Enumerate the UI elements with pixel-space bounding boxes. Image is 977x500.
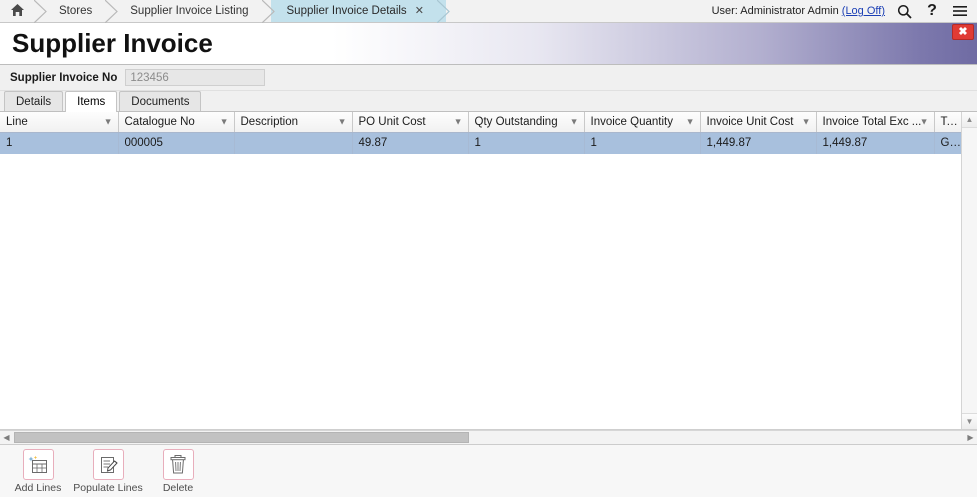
chevron-down-icon[interactable]: ▼ — [220, 117, 229, 126]
column-header-tax[interactable]: Tax — [934, 112, 961, 133]
user-info: User: Administrator Admin (Log Off) — [712, 5, 885, 17]
breadcrumb-label: Supplier Invoice Details — [286, 5, 407, 17]
column-header-label: Invoice Quantity — [590, 115, 673, 128]
tab-documents[interactable]: Documents — [119, 91, 202, 111]
breadcrumb-item-stores[interactable]: Stores — [43, 0, 119, 23]
items-table: Line ▼ Catalogue No ▼ Description ▼ PO Unit Co… — [0, 112, 961, 154]
table-cell[interactable]: 49.87 — [352, 132, 469, 154]
hamburger-menu-icon[interactable] — [951, 2, 969, 20]
populate-lines-button[interactable]: Populate Lines — [73, 449, 143, 494]
chevron-down-icon[interactable]: ▼ — [570, 117, 579, 126]
bottom-toolbar: Add Lines Populate Lines Delete — [0, 445, 977, 497]
column-header-invoice-quantity[interactable]: Invoice Quantity ▼ — [584, 112, 701, 133]
add-lines-button[interactable]: Add Lines — [6, 449, 70, 494]
breadcrumb-label: Supplier Invoice Listing — [130, 5, 249, 17]
column-header-invoice-unit-cost[interactable]: Invoice Unit Cost ▼ — [700, 112, 817, 133]
table-cell[interactable]: 1 — [468, 132, 585, 154]
items-grid: Line ▼ Catalogue No ▼ Description ▼ PO Unit Co… — [0, 112, 977, 430]
tab-details[interactable]: Details — [4, 91, 64, 111]
table-cell[interactable] — [234, 132, 353, 154]
table-cell[interactable]: 1 — [0, 132, 119, 154]
horizontal-scrollbar[interactable]: ◀ ▶ — [0, 430, 977, 445]
column-header-po-unit-cost[interactable]: PO Unit Cost ▼ — [352, 112, 469, 133]
user-name: User: Administrator Admin — [711, 5, 839, 17]
trash-icon — [162, 449, 194, 480]
scroll-left-arrow-icon[interactable]: ◀ — [0, 431, 13, 444]
breadcrumb-home[interactable] — [0, 0, 47, 23]
scroll-right-arrow-icon[interactable]: ▶ — [964, 431, 977, 444]
column-header-label: Tax — [940, 115, 959, 128]
help-icon[interactable]: ? — [923, 2, 941, 20]
table-cell[interactable]: 1 — [584, 132, 701, 154]
add-lines-label: Add Lines — [14, 482, 62, 494]
table-cell[interactable]: GST — [934, 132, 961, 154]
supplier-invoice-no-row: Supplier Invoice No — [0, 65, 977, 91]
breadcrumb-bar: Stores Supplier Invoice Listing Supplier… — [0, 0, 977, 23]
supplier-invoice-no-label: Supplier Invoice No — [10, 71, 118, 84]
page-banner: Supplier Invoice ✖ — [0, 23, 977, 65]
home-icon — [10, 3, 25, 20]
column-header-catalogue-no[interactable]: Catalogue No ▼ — [118, 112, 235, 133]
search-icon[interactable] — [895, 2, 913, 20]
close-window-button[interactable]: ✖ — [952, 24, 974, 40]
breadcrumb-item-supplier-invoice-details[interactable]: Supplier Invoice Details ✕ — [270, 0, 450, 23]
scroll-up-arrow-icon[interactable]: ▲ — [962, 112, 977, 128]
chevron-down-icon[interactable]: ▼ — [454, 117, 463, 126]
column-header-label: Catalogue No — [124, 115, 195, 128]
chevron-down-icon[interactable]: ▼ — [104, 117, 113, 126]
breadcrumb-chevron-icon — [436, 0, 455, 23]
table-row[interactable]: 100000549.87111,449.871,449.87GST — [0, 132, 961, 154]
add-lines-icon — [22, 449, 54, 480]
scroll-down-arrow-icon[interactable]: ▼ — [962, 413, 977, 429]
chevron-down-icon[interactable]: ▼ — [920, 117, 929, 126]
column-header-line[interactable]: Line ▼ — [0, 112, 119, 133]
column-header-description[interactable]: Description ▼ — [234, 112, 353, 133]
grid-viewport: Line ▼ Catalogue No ▼ Description ▼ PO Unit Co… — [0, 112, 961, 429]
vertical-scrollbar[interactable]: ▲ ▼ — [961, 112, 977, 429]
chevron-down-icon[interactable]: ▼ — [338, 117, 347, 126]
table-cell[interactable]: 1,449.87 — [700, 132, 817, 154]
supplier-invoice-no-input[interactable] — [125, 69, 266, 86]
page-title: Supplier Invoice — [12, 28, 213, 58]
table-body: 100000549.87111,449.871,449.87GST — [0, 132, 961, 154]
chevron-down-icon[interactable]: ▼ — [686, 117, 695, 126]
chevron-down-icon[interactable]: ▼ — [802, 117, 811, 126]
tab-strip: Details Items Documents — [0, 91, 977, 112]
populate-lines-icon — [92, 449, 124, 480]
breadcrumb-item-supplier-invoice-listing[interactable]: Supplier Invoice Listing — [114, 0, 275, 23]
column-header-label: Line — [6, 115, 28, 128]
horizontal-scroll-thumb[interactable] — [14, 432, 469, 443]
column-header-label: Description — [240, 115, 299, 128]
delete-button[interactable]: Delete — [146, 449, 210, 494]
column-header-label: Invoice Unit Cost — [706, 115, 794, 128]
topbar-right-group: User: Administrator Admin (Log Off) ? — [712, 0, 977, 22]
breadcrumb-close-icon[interactable]: ✕ — [415, 5, 424, 17]
log-off-link[interactable]: (Log Off) — [842, 5, 885, 17]
column-header-qty-outstanding[interactable]: Qty Outstanding ▼ — [468, 112, 585, 133]
column-header-invoice-total-exc[interactable]: Invoice Total Exc ... ▼ — [816, 112, 935, 133]
delete-label: Delete — [162, 482, 194, 494]
breadcrumb-label: Stores — [59, 5, 93, 17]
table-header-row: Line ▼ Catalogue No ▼ Description ▼ PO Unit Co… — [0, 112, 961, 133]
populate-lines-label: Populate Lines — [73, 482, 143, 494]
column-header-label: Qty Outstanding — [474, 115, 558, 128]
table-cell[interactable]: 1,449.87 — [816, 132, 935, 154]
column-header-label: Invoice Total Exc ... — [822, 115, 922, 128]
tab-items[interactable]: Items — [65, 91, 118, 112]
table-cell[interactable]: 000005 — [118, 132, 235, 154]
column-header-label: PO Unit Cost — [358, 115, 426, 128]
